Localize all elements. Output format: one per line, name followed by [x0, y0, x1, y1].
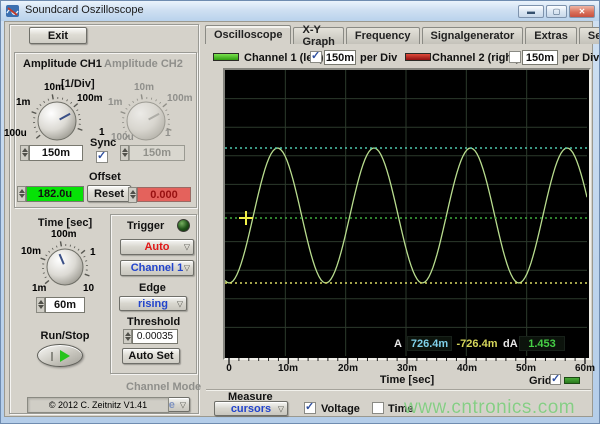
measure-mode-dropdown[interactable]: cursors ▽ — [214, 401, 288, 416]
channel1-per-div-value[interactable]: 150m — [324, 50, 356, 65]
tab-frequency[interactable]: Frequency — [346, 27, 420, 44]
amplitude-ch1-title: Amplitude CH1 — [23, 58, 102, 70]
x-tick-label: 50m — [504, 363, 548, 374]
window-title: Soundcard Oszilloscope — [25, 4, 144, 16]
knob-tick-label: 10m — [134, 82, 154, 93]
voltage-checkbox[interactable] — [304, 402, 316, 414]
knob-tick-label: 1m — [108, 97, 122, 108]
channel2-per-div-value[interactable]: 150m — [522, 50, 558, 65]
threshold-stepper[interactable] — [123, 329, 132, 344]
tab-oscilloscope[interactable]: Oscilloscope — [205, 25, 291, 44]
grid-label: Grid — [529, 375, 552, 387]
copyright-label: © 2012 C. Zeitnitz V1.41 — [27, 397, 169, 413]
amplitude-ch2-value: 150m — [129, 145, 185, 161]
threshold-title: Threshold — [127, 316, 180, 328]
tab-settings[interactable]: Settings — [579, 27, 600, 44]
cursor-da-value: 1.453 — [519, 336, 565, 351]
time-checkbox[interactable] — [372, 402, 384, 414]
x-tick-label: 0 — [207, 363, 251, 374]
x-tick-label: 30m — [385, 363, 429, 374]
time-knob[interactable] — [35, 237, 95, 297]
knob-tick-label: 100m — [167, 93, 193, 104]
offset-ch1-value[interactable]: 182.0u — [26, 186, 84, 202]
threshold-value[interactable]: 0.00035 — [132, 329, 178, 344]
cursor-a2-value: -726.4m — [453, 336, 501, 351]
x-tick-label: 40m — [445, 363, 489, 374]
time-title: Time [sec] — [21, 217, 109, 229]
trigger-edge-dropdown[interactable]: rising ▽ — [119, 296, 187, 311]
run-stop-button[interactable] — [37, 344, 83, 367]
time-value[interactable]: 60m — [45, 297, 85, 313]
amplitude-ch1-value[interactable]: 150m — [29, 145, 83, 161]
trigger-source-value: Channel 1 — [131, 262, 184, 274]
chevron-down-icon: ▽ — [184, 263, 190, 272]
x-tick-label: 10m — [266, 363, 310, 374]
watermark: www.cntronics.com — [404, 397, 575, 419]
waveform-canvas[interactable] — [225, 70, 587, 356]
chevron-down-icon: ▽ — [180, 400, 186, 409]
sync-checkbox[interactable] — [96, 151, 108, 163]
knob-tick-label: 10m — [44, 82, 64, 93]
trigger-title: Trigger — [127, 220, 164, 232]
time-stepper[interactable] — [36, 297, 45, 313]
per-div-unit-label: [1/Div] — [61, 78, 95, 90]
offset-reset-button[interactable]: Reset — [87, 185, 131, 202]
tab-extras[interactable]: Extras — [525, 27, 577, 44]
x-tick-label: 60m — [563, 363, 600, 374]
cursor-a1-value: 726.4m — [407, 336, 452, 351]
offset-ch2-value: 0.000 — [137, 187, 191, 202]
channel1-checkbox[interactable] — [310, 51, 322, 63]
trigger-led — [177, 219, 190, 232]
edge-title: Edge — [139, 282, 166, 294]
knob-tick-label: 100m — [77, 93, 103, 104]
channel2-checkbox[interactable] — [509, 51, 521, 63]
stop-glyph — [51, 352, 53, 361]
close-button[interactable]: ✕ — [569, 5, 595, 18]
channel-mode-title: Channel Mode — [126, 381, 201, 393]
voltage-label: Voltage — [321, 403, 360, 415]
sync-label: Sync — [90, 137, 116, 149]
chevron-down-icon: ▽ — [184, 242, 190, 251]
app-window: Soundcard Oszilloscope ▬ ▢ ✕ Exit Amplit… — [0, 0, 600, 424]
scope-plot — [223, 68, 591, 360]
channel1-color-swatch — [213, 53, 239, 61]
trigger-mode-value: Auto — [144, 241, 169, 253]
knob-tick-label: 100u — [4, 128, 27, 139]
grid-checkbox[interactable] — [550, 374, 561, 385]
minimize-button[interactable]: ▬ — [518, 5, 544, 18]
play-icon — [60, 350, 70, 362]
cursor-da-label: dA — [503, 338, 518, 350]
x-axis-title: Time [sec] — [347, 374, 467, 386]
run-stop-label: Run/Stop — [31, 330, 99, 342]
knob-tick-label: 1m — [16, 97, 30, 108]
offset-ch2-stepper — [128, 187, 137, 203]
grid-color-swatch — [564, 377, 580, 384]
exit-button[interactable]: Exit — [29, 27, 87, 44]
auto-set-button[interactable]: Auto Set — [122, 348, 180, 364]
trigger-edge-value: rising — [138, 298, 168, 310]
tab-signalgenerator[interactable]: Signalgenerator — [422, 27, 524, 44]
amplitude-ch2-title: Amplitude CH2 — [104, 58, 183, 70]
measure-mode-value: cursors — [231, 403, 271, 415]
amplitude-ch1-stepper[interactable] — [20, 145, 29, 161]
offset-title: Offset — [89, 171, 121, 183]
trigger-mode-dropdown[interactable]: Auto ▽ — [120, 239, 194, 255]
tab-xy-graph[interactable]: X-Y Graph — [293, 27, 343, 44]
cursor-a-label: A — [394, 338, 402, 350]
per-div-label: per Div — [360, 52, 397, 64]
maximize-button[interactable]: ▢ — [546, 5, 567, 18]
app-icon — [6, 4, 20, 18]
tab-bar: Oscilloscope X-Y Graph Frequency Signalg… — [205, 25, 600, 44]
knob-tick-label: 1 — [165, 128, 171, 139]
trigger-source-dropdown[interactable]: Channel 1▽ — [120, 260, 194, 276]
chevron-down-icon: ▽ — [177, 299, 183, 308]
offset-ch1-stepper[interactable] — [17, 186, 26, 202]
amplitude-ch2-stepper — [120, 145, 129, 161]
x-tick-label: 20m — [326, 363, 370, 374]
chevron-down-icon: ▽ — [278, 404, 284, 413]
per-div-label: per Div — [562, 52, 599, 64]
channel2-label: Channel 2 (right) — [432, 52, 519, 64]
channel2-color-swatch — [405, 53, 431, 61]
